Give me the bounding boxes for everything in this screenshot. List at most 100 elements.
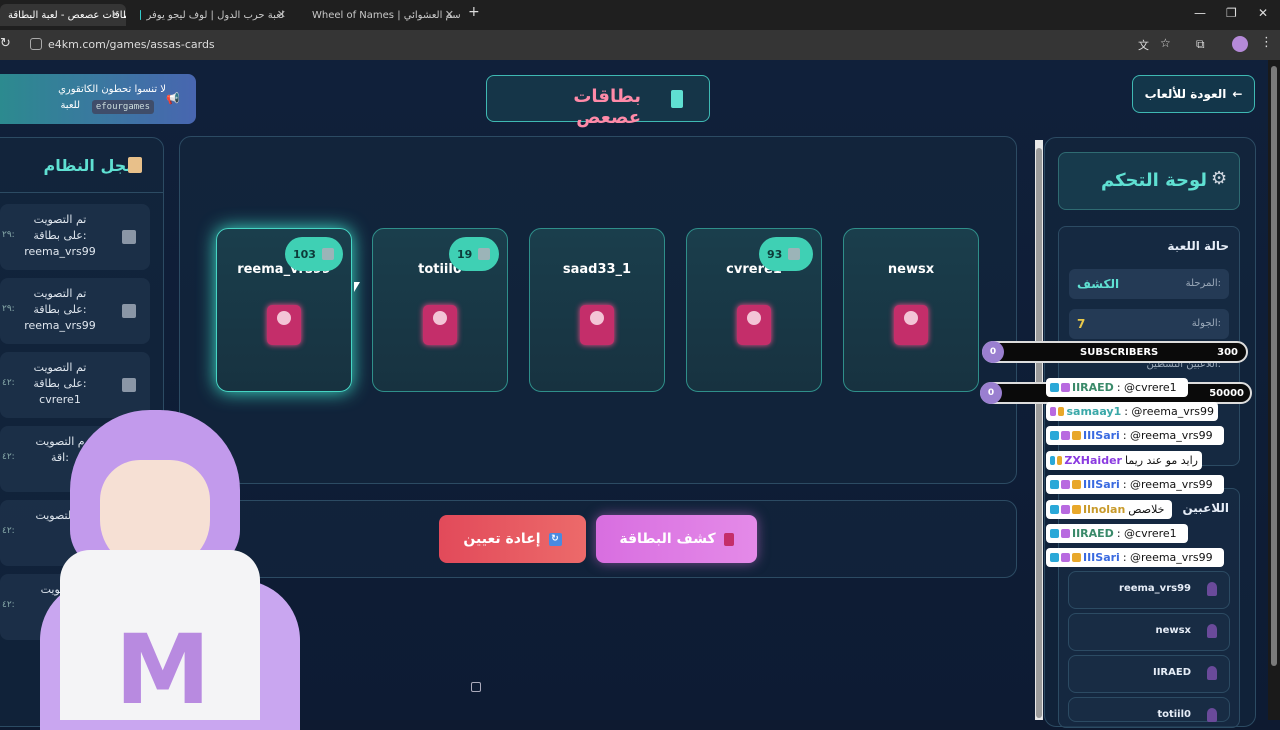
system-log-title: سجل النظام [43,156,142,175]
card-player-name: newsx [887,262,935,277]
vote-count-badge: 103 [285,237,343,271]
badge-icon [1050,383,1059,392]
back-label: العودة للألعاب [1144,87,1227,101]
vtuber-avatar: M [30,400,300,730]
person-icon [1207,582,1217,596]
subscribers-count: 0 [982,341,1004,363]
floating-indicator-icon [471,682,481,692]
player-card[interactable]: newsx [843,228,979,392]
card-art-icon [737,305,771,345]
phase-label: المرحلة: [1185,278,1221,289]
tab-wheel-of-names[interactable]: Wheel of Names | سم العشوائي ✕ [298,4,460,26]
player-list-item[interactable]: newsx [1068,613,1230,651]
player-card[interactable]: cvrere1 93 [686,228,822,392]
round-row: الجولة: 7 [1069,309,1229,339]
tab-title: لعبة حرب الدول | لوف ليجو يوفر [146,9,285,21]
restore-icon[interactable]: ❐ [1226,6,1237,20]
player-card[interactable]: reema_vrs99 103 [216,228,352,392]
player-list-item[interactable]: totiil0 [1068,697,1230,722]
clipboard-icon [122,378,136,392]
phase-value: الكشف [1077,277,1120,291]
log-line: reema_vrs99 [24,245,96,258]
subscribers-goal-bar: 0 SUBSCRIBERS 300 [982,341,1248,363]
chat-message: IIRAED: @cvrere1 [1046,524,1188,543]
close-icon[interactable]: ✕ [445,8,454,21]
badge-icon [1050,407,1057,416]
tab-war-game[interactable]: لعبة حرب الدول | لوف ليجو يوفر ✕ [132,4,292,26]
player-card[interactable]: totiil0 19 [372,228,508,392]
player-card[interactable]: saad33_1 [529,228,665,392]
site-favicon-icon [140,10,141,20]
close-icon[interactable]: ✕ [111,8,120,21]
log-line: على بطاقة: [33,229,87,242]
badge-icon [1058,407,1065,416]
round-label: الجولة: [1191,318,1221,329]
page-scrollbar-thumb[interactable] [1271,66,1277,666]
site-info-icon[interactable] [30,38,42,50]
chat-message: IIISari: @reema_vrs99 [1046,426,1224,445]
clipboard-icon [128,157,142,173]
badge-icon [1072,431,1081,440]
tab-assas-cards[interactable]: بطاقات عصعص - لعبة البطاقة ✕ [0,4,126,26]
control-title-box: لوحة التحكم ⚙ [1058,152,1240,210]
back-to-games-button[interactable]: العودة للألعاب ← [1132,75,1255,113]
badge-icon [1061,505,1070,514]
chat-message: IIISari: @reema_vrs99 [1046,475,1224,494]
vote-count-badge: 93 [759,237,813,271]
minimize-icon[interactable]: — [1194,6,1206,20]
badge-icon [1050,529,1059,538]
reveal-card-label: كشف البطاقة [619,531,716,547]
phase-row: المرحلة: الكشف [1069,269,1229,299]
badge-icon [1050,480,1059,489]
vote-count-badge: 19 [449,237,499,271]
player-list-item[interactable]: reema_vrs99 [1068,571,1230,609]
ballot-icon [321,248,334,260]
log-line: تم التصويت [33,213,87,226]
tab-title: بطاقات عصعص - لعبة البطاقة [8,9,126,21]
log-time: ٤٢: [2,600,15,610]
badge-icon [1061,480,1070,489]
kicks-goal: 50000 [1209,388,1244,399]
log-item: تم التصويت على بطاقة: reema_vrs99 ٢٩: [0,278,150,344]
browser-tab-bar: بطاقات عصعص - لعبة البطاقة ✕ لعبة حرب ال… [0,0,1280,30]
badge-icon [1061,553,1070,562]
url-input[interactable]: e4km.com/games/assas-cards [48,36,1178,54]
player-list-item[interactable]: IIRAED [1068,655,1230,693]
menu-icon[interactable]: ⋮ [1260,35,1273,50]
clipboard-icon [122,230,136,244]
mouse-cursor-icon [354,282,360,292]
control-panel-scrollbar-thumb[interactable] [1036,148,1042,718]
ballot-icon [788,248,801,260]
profile-avatar[interactable] [1232,36,1248,52]
chat-message: samaay1: @reema_vrs99 [1046,402,1218,421]
close-icon[interactable]: ✕ [277,8,286,21]
new-tab-button[interactable]: + [468,4,480,20]
reveal-card-button[interactable]: كشف البطاقة [596,515,757,563]
log-time: ٢٩: [2,304,15,314]
badge-icon [1072,480,1081,489]
badge-icon [1050,505,1059,514]
subscribers-label: SUBSCRIBERS [1080,347,1159,358]
notice-text: لا تنسوا تحطون الكاتقوري [58,84,166,95]
badge-icon [1057,456,1063,465]
extensions-icon[interactable]: ⧉ [1196,37,1205,52]
reload-icon[interactable]: ↻ [0,36,11,51]
players-title: اللاعبين [1182,501,1229,515]
player-name: IIRAED [1152,667,1191,678]
log-line: تم التصويت [33,287,87,300]
log-divider [0,192,164,193]
reset-button[interactable]: إعادة تعيين ↻ [439,515,586,563]
tab-title: Wheel of Names | سم العشوائي [312,9,460,21]
person-icon [1207,624,1217,638]
badge-icon [1050,456,1056,465]
round-value: 7 [1077,317,1086,331]
log-time: ٢٩: [2,230,15,240]
reset-label: إعادة تعيين [463,531,541,547]
page-title: بطاقات عصعص [573,86,641,128]
card-icon [723,532,734,546]
chat-message: IIISari: @reema_vrs99 [1046,548,1224,567]
player-name: reema_vrs99 [1119,583,1191,594]
card-player-name: saad33_1 [562,262,632,277]
close-window-icon[interactable]: ✕ [1258,6,1268,20]
player-name: newsx [1155,625,1191,636]
